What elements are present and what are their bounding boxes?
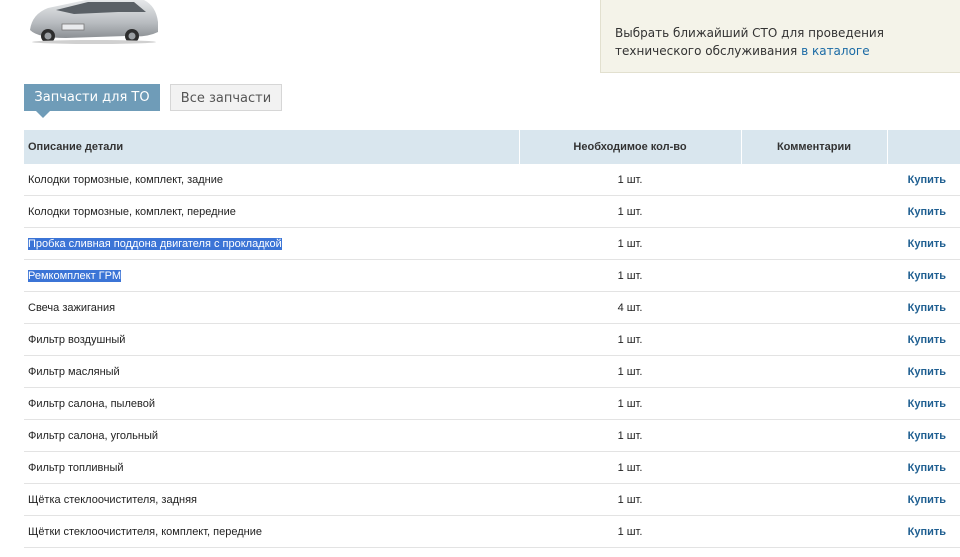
buy-cell: Купить [887,259,960,292]
part-quantity: 1 шт. [519,227,741,260]
part-quantity: 1 шт. [519,451,741,484]
table-row: Фильтр масляный 1 шт. Купить [24,355,960,388]
buy-link[interactable]: Купить [908,494,946,506]
part-description-cell: Фильтр салона, угольный [24,419,519,452]
table-row: Колодки тормозные, комплект, передние 1 ш… [24,195,960,228]
table-header-row: Описание детали Необходимое кол-во Комме… [24,130,960,164]
part-comment [741,419,887,452]
part-description: Колодки тормозные, комплект, задние [28,173,223,186]
part-description-cell: Фильтр топливный [24,451,519,484]
part-description-cell: Пробка сливная поддона двигателя с прокл… [24,227,519,260]
buy-cell: Купить [887,227,960,260]
part-description: Ремкомплект ГРМ [28,269,122,282]
part-description: Фильтр салона, угольный [28,429,159,442]
part-description-cell: Ремкомплект ГРМ [24,259,519,292]
part-quantity: 1 шт. [519,483,741,516]
part-description: Пробка сливная поддона двигателя с прокл… [28,237,282,250]
part-comment [741,227,887,260]
part-quantity: 1 шт. [519,387,741,420]
part-quantity: 1 шт. [519,164,741,196]
header-quantity: Необходимое кол-во [519,130,742,164]
buy-cell: Купить [887,419,960,452]
buy-link[interactable]: Купить [908,238,946,250]
part-description-cell: Колодки тормозные, комплект, задние [24,164,519,196]
buy-link[interactable]: Купить [908,270,946,282]
header-action [887,130,960,164]
table-row: Фильтр воздушный 1 шт. Купить [24,323,960,356]
part-comment [741,291,887,324]
car-image [26,0,162,44]
buy-link[interactable]: Купить [908,462,946,474]
part-description: Фильтр салона, пылевой [28,397,155,410]
part-comment [741,164,887,196]
part-comment [741,483,887,516]
part-description: Свеча зажигания [28,301,116,314]
part-quantity: 1 шт. [519,323,741,356]
part-description-cell: Фильтр салона, пылевой [24,387,519,420]
part-description: Щётка стеклоочистителя, задняя [28,493,197,506]
buy-link[interactable]: Купить [908,206,946,218]
part-quantity: 4 шт. [519,291,741,324]
buy-cell: Купить [887,483,960,516]
part-description: Фильтр воздушный [28,333,126,346]
buy-cell: Купить [887,291,960,324]
part-description-cell: Фильтр масляный [24,355,519,388]
part-quantity: 1 шт. [519,515,741,548]
part-description: Фильтр топливный [28,461,124,474]
tab-maintenance-parts[interactable]: Запчасти для ТО [24,84,160,118]
header-comments: Комментарии [741,130,888,164]
buy-cell: Купить [887,387,960,420]
table-row: Фильтр топливный 1 шт. Купить [24,451,960,484]
part-comment [741,387,887,420]
service-info-text: Выбрать ближайший СТО для проведения тех… [615,24,945,60]
part-comment [741,515,887,548]
buy-cell: Купить [887,164,960,196]
table-row: Пробка сливная поддона двигателя с прокл… [24,227,960,260]
buy-link[interactable]: Купить [908,398,946,410]
table-row: Свеча зажигания 4 шт. Купить [24,291,960,324]
part-description-cell: Свеча зажигания [24,291,519,324]
buy-link[interactable]: Купить [908,302,946,314]
part-comment [741,451,887,484]
part-description-cell: Щётка стеклоочистителя, задняя [24,483,519,516]
part-comment [741,355,887,388]
buy-cell: Купить [887,323,960,356]
part-description-cell: Колодки тормозные, комплект, передние [24,195,519,228]
part-description: Фильтр масляный [28,365,120,378]
part-quantity: 1 шт. [519,355,741,388]
part-description-cell: Фильтр воздушный [24,323,519,356]
buy-cell: Купить [887,195,960,228]
parts-table-body: Колодки тормозные, комплект, задние 1 шт.… [24,164,960,548]
part-comment [741,323,887,356]
parts-table: Описание детали Необходимое кол-во Комме… [24,130,960,548]
part-quantity: 1 шт. [519,419,741,452]
part-quantity: 1 шт. [519,195,741,228]
buy-link[interactable]: Купить [908,526,946,538]
buy-link[interactable]: Купить [908,174,946,186]
service-info-box: Выбрать ближайший СТО для проведения тех… [600,0,960,73]
part-comment [741,195,887,228]
part-description-cell: Щётки стеклоочистителя, комплект, передн… [24,515,519,548]
table-row: Фильтр салона, пылевой 1 шт. Купить [24,387,960,420]
part-quantity: 1 шт. [519,259,741,292]
tab-all-parts[interactable]: Все запчасти [170,84,282,111]
catalog-link[interactable]: в каталоге [801,44,870,58]
part-description: Щётки стеклоочистителя, комплект, передн… [28,525,262,538]
buy-link[interactable]: Купить [908,366,946,378]
buy-link[interactable]: Купить [908,334,946,346]
table-row: Колодки тормозные, комплект, задние 1 шт.… [24,164,960,196]
part-comment [741,259,887,292]
part-description: Колодки тормозные, комплект, передние [28,205,236,218]
buy-cell: Купить [887,451,960,484]
header-description: Описание детали [24,130,520,164]
buy-link[interactable]: Купить [908,430,946,442]
buy-cell: Купить [887,355,960,388]
buy-cell: Купить [887,515,960,548]
table-row: Щётки стеклоочистителя, комплект, передн… [24,515,960,548]
table-row: Ремкомплект ГРМ 1 шт. Купить [24,259,960,292]
table-row: Щётка стеклоочистителя, задняя 1 шт. Купит… [24,483,960,516]
table-row: Фильтр салона, угольный 1 шт. Купить [24,419,960,452]
